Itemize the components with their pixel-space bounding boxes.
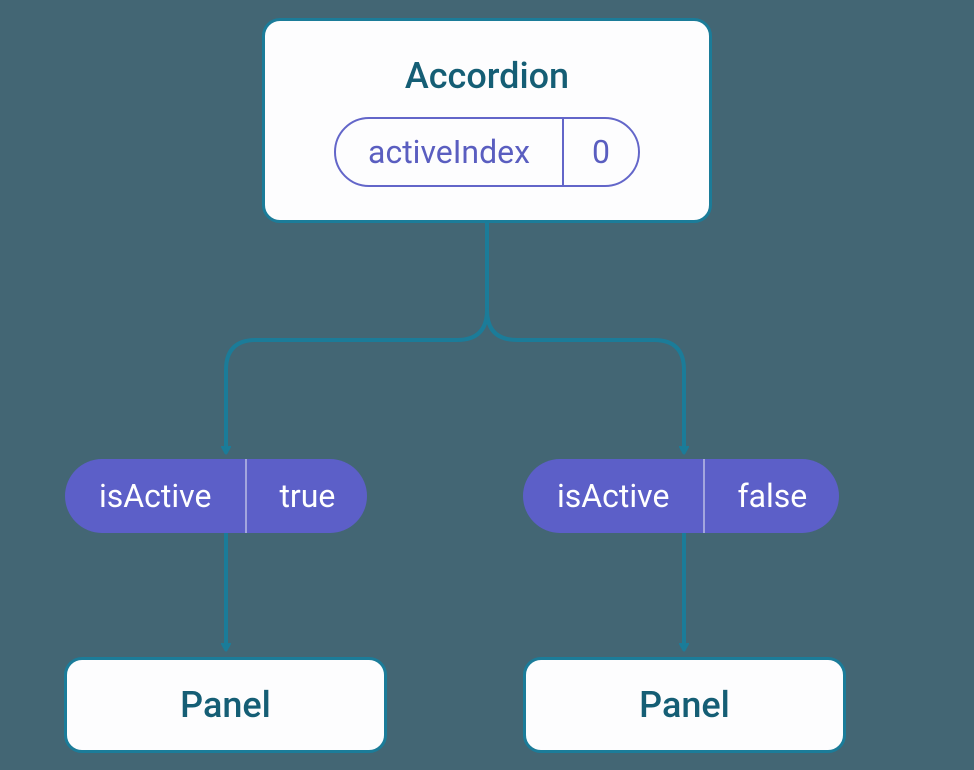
prop-value-left: true [247, 459, 367, 533]
panel-box-right: Panel [523, 657, 846, 753]
prop-pill-right: isActive false [523, 459, 839, 533]
prop-name-left: isActive [65, 459, 247, 533]
panel-box-left: Panel [64, 657, 387, 753]
prop-pill-left: isActive true [65, 459, 367, 533]
branch-connector [0, 0, 974, 770]
panel-label-right: Panel [639, 684, 730, 726]
panel-label-left: Panel [180, 684, 271, 726]
prop-name-right: isActive [523, 459, 705, 533]
prop-value-right: false [705, 459, 839, 533]
